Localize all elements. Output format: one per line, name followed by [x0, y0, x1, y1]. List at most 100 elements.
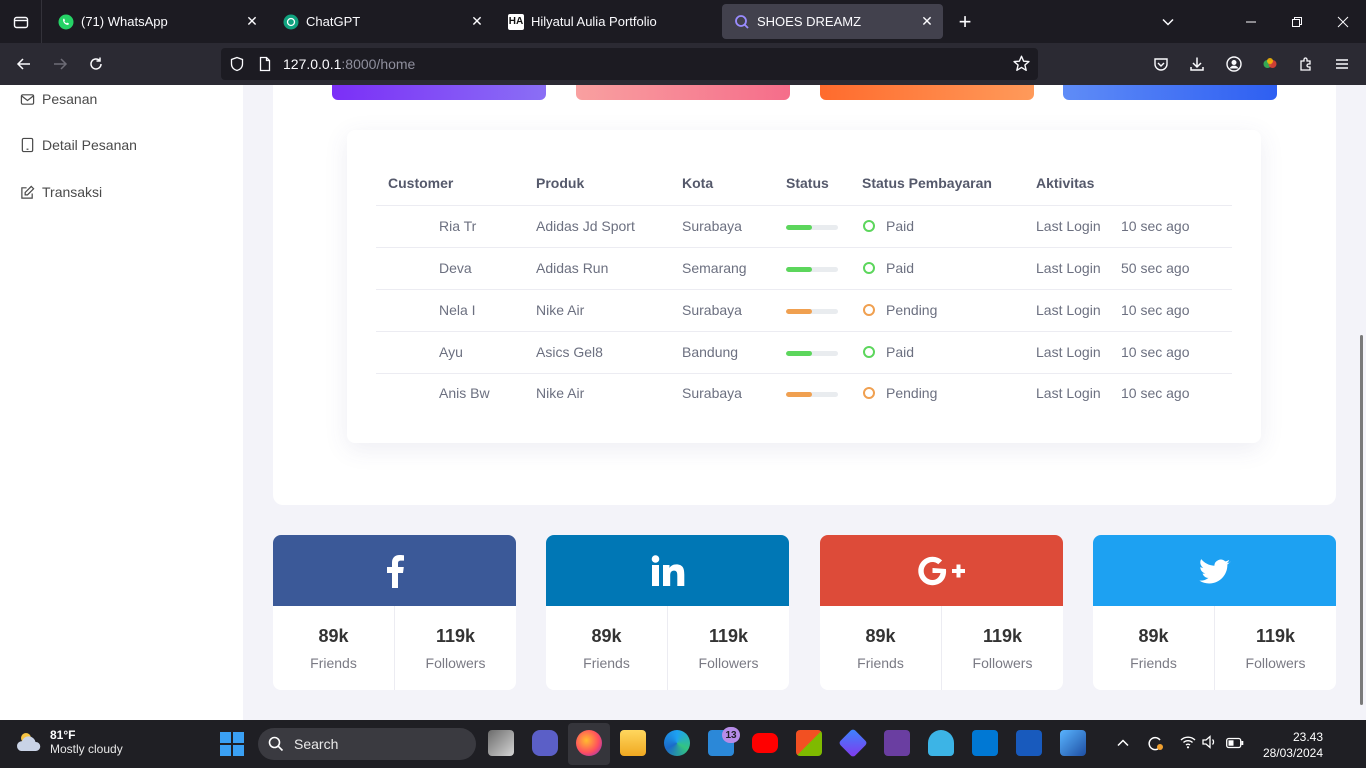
google-plus-card-header[interactable]	[820, 535, 1063, 606]
followers-count: 119k	[708, 625, 749, 646]
tab-chatgpt[interactable]: ChatGPT ✕	[271, 4, 493, 39]
city-cell: Semarang	[682, 260, 747, 276]
youtube-icon[interactable]	[752, 733, 778, 753]
followers-label: Followers	[972, 654, 1033, 671]
tab-list-icon	[13, 16, 28, 28]
firefox-icon[interactable]	[576, 730, 602, 756]
facebook-card-header[interactable]	[273, 535, 516, 606]
sidebar-item-label: Detail Pesanan	[42, 137, 137, 153]
column-header-customer: Customer	[388, 175, 454, 191]
wifi-icon[interactable]	[1180, 735, 1196, 754]
star-icon[interactable]	[1013, 55, 1030, 72]
pocket-button[interactable]	[1146, 50, 1176, 78]
volume-icon[interactable]	[1202, 735, 1218, 754]
battery-icon[interactable]	[1226, 736, 1244, 754]
taskbar-search[interactable]: Search	[258, 728, 476, 760]
product-cell: Nike Air	[536, 385, 585, 401]
payment-status-dot	[863, 304, 875, 316]
followers-stat: 119k Followers	[941, 606, 1063, 690]
system-clock[interactable]: 23.43 28/03/2024	[1255, 729, 1323, 761]
calculator-app-icon[interactable]	[884, 730, 910, 756]
close-icon[interactable]: ✕	[913, 8, 941, 36]
forward-button[interactable]	[45, 50, 75, 78]
page-content: Pesanan Detail Pesanan Transaksi Custome…	[0, 85, 1366, 720]
friends-count: 89k	[1138, 625, 1169, 646]
file-explorer-icon[interactable]	[620, 730, 646, 756]
friends-count: 89k	[865, 625, 896, 646]
downloads-button[interactable]	[1182, 50, 1212, 78]
photos-icon[interactable]	[1060, 730, 1086, 756]
status-progress-bar	[786, 267, 838, 272]
extension-button[interactable]	[1255, 50, 1285, 78]
extensions-button[interactable]	[1291, 50, 1321, 78]
tab-whatsapp[interactable]: (71) WhatsApp ✕	[46, 4, 268, 39]
chatgpt-icon	[283, 14, 299, 30]
close-icon[interactable]: ✕	[463, 8, 491, 36]
reload-button[interactable]	[81, 50, 111, 78]
followers-stat: 119k Followers	[1214, 606, 1336, 690]
linkedin-card-header[interactable]	[546, 535, 789, 606]
menu-button[interactable]	[1327, 50, 1357, 78]
color-extension-icon	[1263, 58, 1277, 68]
list-all-tabs-button[interactable]	[1145, 0, 1191, 43]
puzzle-icon	[1300, 57, 1311, 71]
tab-list-button[interactable]	[0, 0, 42, 43]
close-icon[interactable]: ✕	[238, 8, 266, 36]
address-bar[interactable]: 127.0.0.1:8000/home	[221, 48, 1038, 80]
facebook-card: 89k Friends 119k Followers	[273, 535, 516, 690]
clock-time: 23.43	[1292, 730, 1323, 744]
activity-time-cell: 10 sec ago	[1121, 344, 1190, 360]
weather-widget[interactable]: 81°F Mostly cloudy	[14, 728, 123, 756]
city-cell: Bandung	[682, 344, 739, 360]
followers-label: Followers	[1245, 654, 1306, 671]
sidebar-item-label: Pesanan	[42, 91, 98, 107]
close-icon	[1337, 16, 1349, 27]
sidebar-item-pesanan[interactable]: Pesanan	[20, 91, 97, 107]
customer-cell: Deva	[439, 260, 472, 276]
search-favicon-icon	[734, 14, 750, 30]
status-progress-bar	[786, 392, 838, 397]
payment-status-cell: Paid	[886, 344, 915, 360]
edge-icon[interactable]	[664, 730, 690, 756]
task-view-icon[interactable]	[488, 730, 514, 756]
facebook-icon	[386, 554, 404, 588]
start-button[interactable]	[220, 732, 244, 756]
minimize-button[interactable]	[1228, 0, 1274, 43]
word-icon[interactable]	[1016, 730, 1042, 756]
tab-portfolio[interactable]: HA Hilyatul Aulia Portfolio	[496, 4, 718, 39]
payment-status-cell: Paid	[886, 218, 915, 234]
clock-date: 28/03/2024	[1262, 746, 1323, 760]
activity-cell: Last Login	[1036, 385, 1101, 401]
progress-fill	[786, 351, 812, 356]
tab-title: Hilyatul Aulia Portfolio	[531, 14, 657, 29]
account-icon	[1226, 56, 1242, 72]
cloudy-weather-icon	[16, 733, 41, 751]
tab-shoes-dreamz[interactable]: SHOES DREAMZ ✕	[722, 4, 943, 39]
twitter-card-header[interactable]	[1093, 535, 1336, 606]
app-icon-blue[interactable]	[928, 730, 954, 756]
windows-logo-icon	[220, 732, 244, 756]
product-cell: Asics Gel8	[536, 344, 603, 360]
followers-count: 119k	[982, 625, 1023, 646]
sync-tray-icon[interactable]	[1146, 734, 1164, 757]
close-window-button[interactable]	[1320, 0, 1366, 43]
microsoft-store-icon[interactable]	[796, 730, 822, 756]
column-header-aktivitas: Aktivitas	[1036, 175, 1095, 191]
back-button[interactable]	[9, 50, 39, 78]
twitter-icon	[1198, 558, 1231, 583]
city-cell: Surabaya	[682, 385, 742, 401]
sidebar-item-detail-pesanan[interactable]: Detail Pesanan	[20, 137, 137, 153]
scrollbar-thumb[interactable]	[1360, 335, 1363, 705]
sidebar-item-transaksi[interactable]: Transaksi	[20, 184, 102, 200]
vscode-icon[interactable]	[972, 730, 998, 756]
twitter-card: 89k Friends 119k Followers	[1093, 535, 1336, 690]
new-tab-button[interactable]: +	[952, 9, 978, 35]
tab-title: ChatGPT	[306, 14, 361, 29]
product-cell: Adidas Jd Sport	[536, 218, 635, 234]
copilot-icon[interactable]	[838, 728, 868, 758]
show-hidden-icons-button[interactable]	[1116, 736, 1130, 755]
stat-card-pink	[576, 85, 790, 100]
restore-button[interactable]	[1274, 0, 1320, 43]
account-button[interactable]	[1219, 50, 1249, 78]
teams-chat-icon[interactable]	[532, 730, 558, 756]
